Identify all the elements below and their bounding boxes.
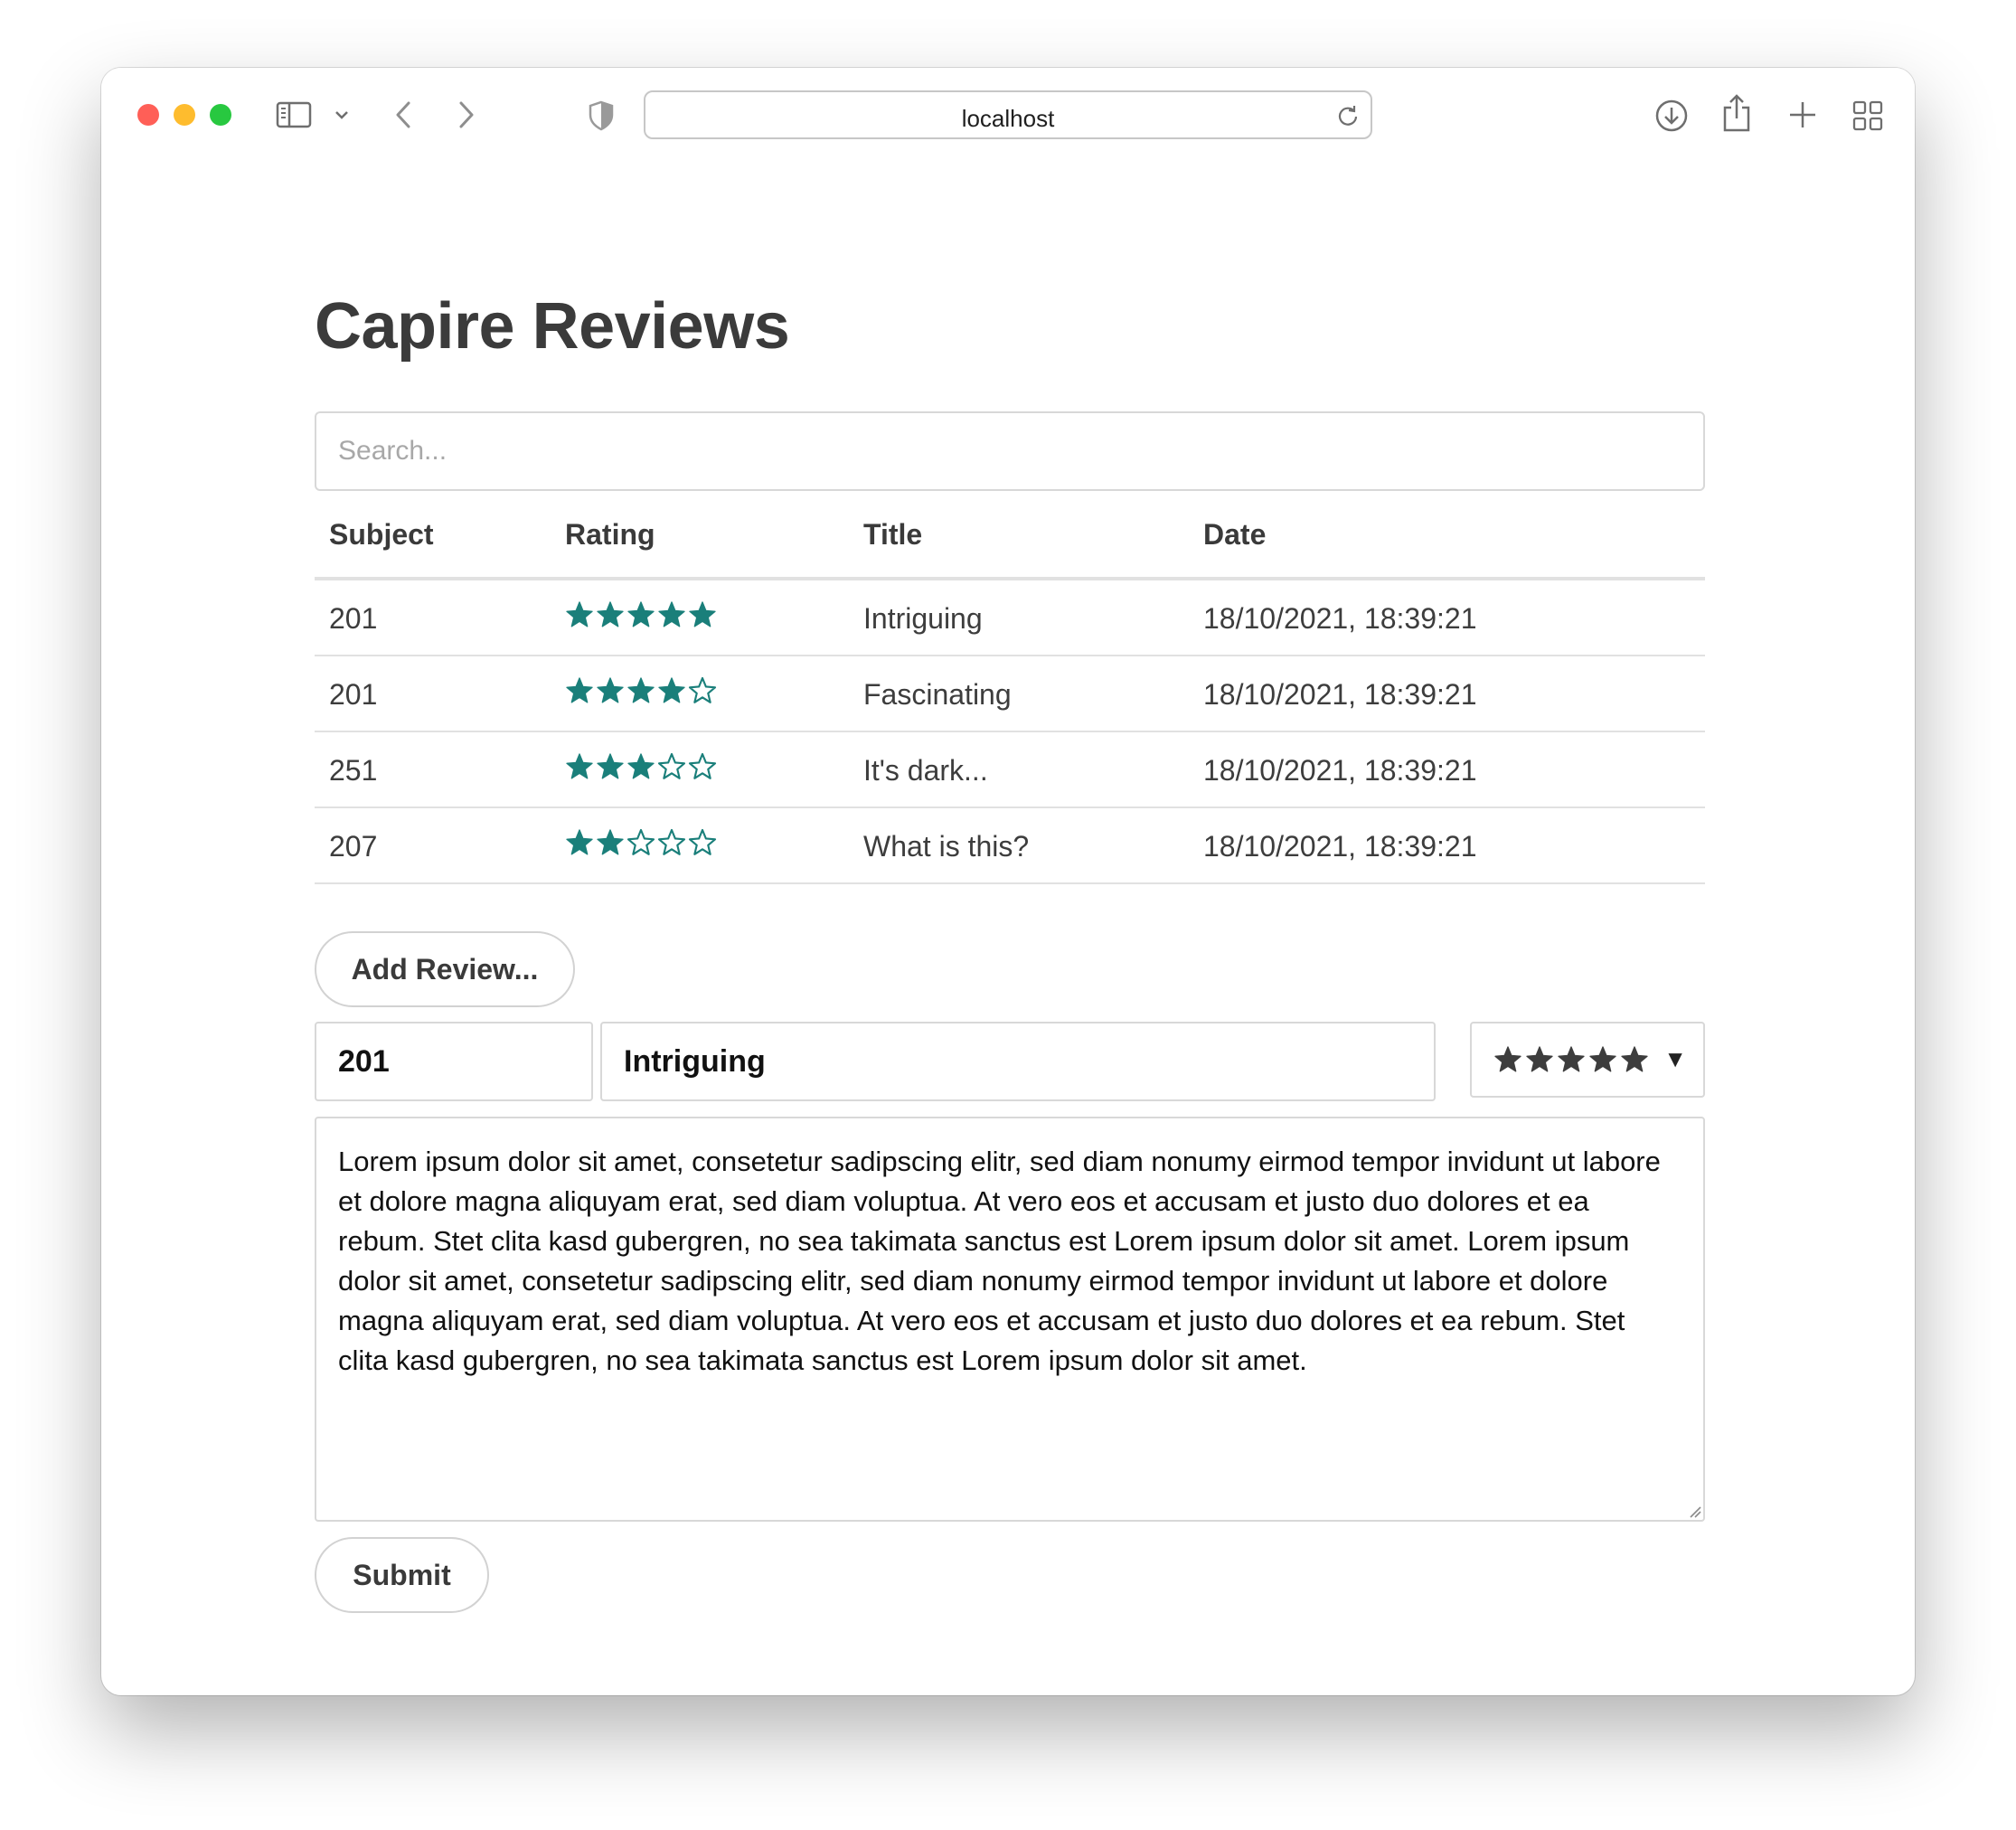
forward-icon[interactable] bbox=[457, 99, 476, 130]
row-subject: 201 bbox=[329, 678, 378, 711]
table-row[interactable]: 207 What is this? 18/10/2021, 18:39:21 bbox=[315, 808, 1705, 884]
reload-icon[interactable] bbox=[1336, 104, 1360, 127]
star-filled-icon bbox=[566, 601, 593, 627]
table-header: Subject Rating Title Date bbox=[315, 491, 1705, 580]
minimize-window-button[interactable] bbox=[174, 104, 195, 126]
zoom-window-button[interactable] bbox=[210, 104, 231, 126]
column-header-rating[interactable]: Rating bbox=[565, 518, 655, 552]
address-bar[interactable]: localhost bbox=[644, 90, 1372, 139]
star-filled-icon bbox=[689, 601, 716, 627]
star-filled-icon bbox=[658, 677, 685, 703]
tab-overview-icon[interactable] bbox=[1852, 100, 1883, 131]
row-date: 18/10/2021, 18:39:21 bbox=[1203, 830, 1477, 863]
shield-icon[interactable] bbox=[588, 100, 615, 131]
row-title: Intriguing bbox=[863, 602, 983, 635]
back-icon[interactable] bbox=[393, 99, 413, 130]
close-window-button[interactable] bbox=[137, 104, 159, 126]
caret-down-icon: ▼ bbox=[1663, 1045, 1687, 1072]
star-outline-icon bbox=[688, 676, 717, 703]
search-input[interactable] bbox=[315, 411, 1705, 491]
star-filled-icon bbox=[597, 753, 624, 779]
rating-select[interactable]: ▼ bbox=[1470, 1022, 1705, 1098]
browser-toolbar: localhost bbox=[101, 68, 1915, 165]
star-filled-icon bbox=[627, 677, 655, 703]
star-filled-icon bbox=[566, 753, 593, 779]
selected-rating-stars bbox=[1493, 1045, 1649, 1074]
chevron-down-icon[interactable] bbox=[334, 108, 350, 121]
new-tab-icon[interactable] bbox=[1788, 100, 1817, 129]
submit-button[interactable]: Submit bbox=[315, 1537, 489, 1613]
star-outline-icon bbox=[688, 752, 717, 779]
table-row[interactable]: 251 It's dark... 18/10/2021, 18:39:21 bbox=[315, 732, 1705, 808]
resize-grip-icon[interactable] bbox=[1689, 1505, 1701, 1518]
row-subject: 207 bbox=[329, 830, 378, 863]
column-header-date[interactable]: Date bbox=[1203, 518, 1266, 552]
row-title: What is this? bbox=[863, 830, 1030, 863]
star-outline-icon bbox=[657, 752, 686, 779]
rating-stars bbox=[565, 828, 717, 857]
star-filled-icon bbox=[1589, 1046, 1616, 1072]
star-filled-icon bbox=[597, 677, 624, 703]
star-filled-icon bbox=[566, 829, 593, 855]
row-title: It's dark... bbox=[863, 754, 988, 787]
row-date: 18/10/2021, 18:39:21 bbox=[1203, 602, 1477, 635]
star-filled-icon bbox=[627, 601, 655, 627]
star-filled-icon bbox=[627, 753, 655, 779]
table-row[interactable]: 201 Fascinating 18/10/2021, 18:39:21 bbox=[315, 656, 1705, 732]
table-row[interactable]: 201 Intriguing 18/10/2021, 18:39:21 bbox=[315, 580, 1705, 656]
star-filled-icon bbox=[1621, 1046, 1648, 1072]
row-title: Fascinating bbox=[863, 678, 1012, 711]
rating-stars bbox=[565, 752, 717, 781]
download-icon[interactable] bbox=[1654, 99, 1689, 133]
star-filled-icon bbox=[597, 829, 624, 855]
star-filled-icon bbox=[1526, 1046, 1553, 1072]
review-text-area[interactable]: Lorem ipsum dolor sit amet, consetetur s… bbox=[315, 1117, 1705, 1522]
star-filled-icon bbox=[1494, 1046, 1521, 1072]
star-outline-icon bbox=[657, 828, 686, 855]
star-outline-icon bbox=[626, 828, 655, 855]
browser-window: localhost Capire Reviews Search... Subje… bbox=[101, 68, 1915, 1695]
star-outline-icon bbox=[688, 828, 717, 855]
share-icon[interactable] bbox=[1722, 93, 1751, 133]
star-filled-icon bbox=[566, 677, 593, 703]
title-input[interactable] bbox=[600, 1022, 1436, 1101]
row-date: 18/10/2021, 18:39:21 bbox=[1203, 678, 1477, 711]
rating-stars bbox=[565, 676, 717, 705]
row-date: 18/10/2021, 18:39:21 bbox=[1203, 754, 1477, 787]
row-subject: 251 bbox=[329, 754, 378, 787]
page-title: Capire Reviews bbox=[315, 290, 790, 363]
column-header-subject[interactable]: Subject bbox=[329, 518, 434, 552]
rating-stars bbox=[565, 600, 717, 629]
sidebar-icon[interactable] bbox=[276, 101, 312, 128]
add-review-button[interactable]: Add Review... bbox=[315, 931, 575, 1007]
subject-input[interactable] bbox=[315, 1022, 593, 1101]
star-filled-icon bbox=[597, 601, 624, 627]
url-text: localhost bbox=[961, 105, 1055, 132]
column-header-title[interactable]: Title bbox=[863, 518, 922, 552]
star-filled-icon bbox=[1558, 1046, 1585, 1072]
row-subject: 201 bbox=[329, 602, 378, 635]
star-filled-icon bbox=[658, 601, 685, 627]
